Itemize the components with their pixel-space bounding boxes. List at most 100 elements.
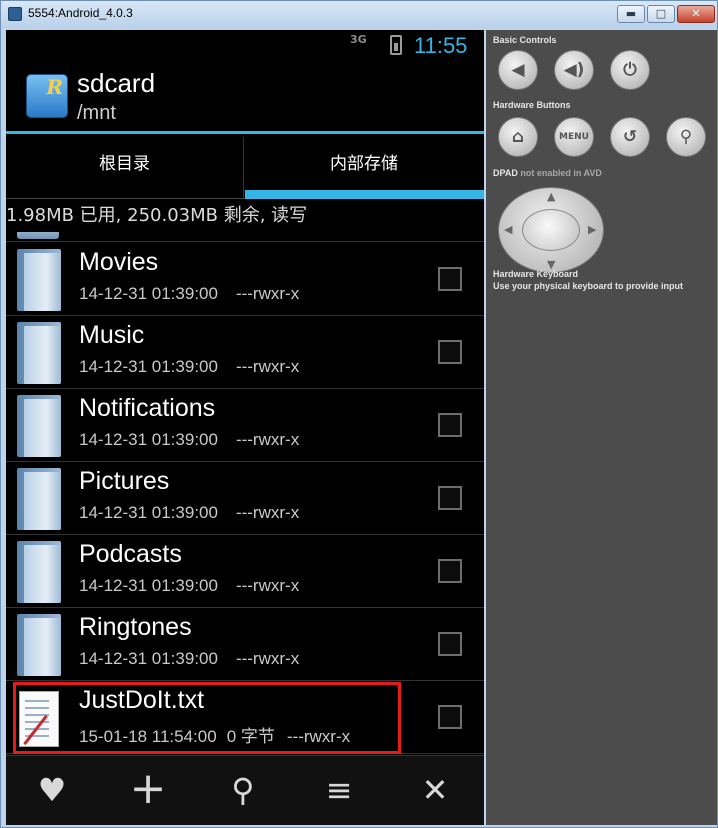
file-name: Movies xyxy=(79,248,159,276)
file-permissions: ---rwxr-x xyxy=(235,576,300,595)
file-date: 14-12-31 01:39:00 xyxy=(79,649,218,668)
folder-icon xyxy=(17,395,61,457)
window-title: 5554:Android_4.0.3 xyxy=(28,6,133,20)
file-name: Podcasts xyxy=(79,540,182,568)
dpad-up-arrow-icon[interactable]: ▲ xyxy=(547,190,555,203)
file-permissions: ---rwxr-x xyxy=(235,284,300,303)
basic-controls-label: Basic Controls xyxy=(493,35,557,45)
file-date: 14-12-31 01:39:00 xyxy=(79,284,218,303)
list-item-notifications[interactable]: Notifications 14-12-31 01:39:00 ---rwxr-x xyxy=(6,389,484,462)
battery-charging-icon xyxy=(390,35,402,55)
file-meta: 14-12-31 01:39:00 ---rwxr-x xyxy=(79,503,317,523)
home-icon[interactable]: ⌂ xyxy=(498,117,538,157)
dpad-right-arrow-icon[interactable]: ▶ xyxy=(588,223,596,236)
emulator-app-icon xyxy=(8,7,22,21)
select-checkbox[interactable] xyxy=(438,559,462,583)
folder-icon xyxy=(17,249,61,311)
action-bar-subtitle-path: /mnt xyxy=(77,102,116,124)
search-icon[interactable]: ⚲ xyxy=(666,117,706,157)
file-name: Ringtones xyxy=(79,613,192,641)
maximize-button[interactable]: □ xyxy=(647,5,675,23)
hardware-keyboard-label: Hardware Keyboard xyxy=(493,269,579,279)
file-name: JustDoIt.txt xyxy=(79,686,205,714)
file-meta: 14-12-31 01:39:00 ---rwxr-x xyxy=(79,576,317,596)
status-clock: 11:55 xyxy=(414,33,468,58)
text-file-icon xyxy=(19,691,59,747)
dpad-title: DPAD xyxy=(493,168,518,178)
android-screen: 3G 11:55 R sdcard /mnt 根目录 内部存储 1.98MB 已… xyxy=(6,30,484,825)
search-icon[interactable]: ⚲ xyxy=(218,767,268,815)
action-bar: R sdcard /mnt xyxy=(6,62,484,134)
select-checkbox[interactable] xyxy=(438,413,462,437)
favorite-heart-icon[interactable]: ♥ xyxy=(27,767,77,815)
partial-folder-row xyxy=(6,232,484,242)
list-item-pictures[interactable]: Pictures 14-12-31 01:39:00 ---rwxr-x xyxy=(6,462,484,535)
sort-icon[interactable]: ≡ xyxy=(314,767,364,815)
file-date: 14-12-31 01:39:00 xyxy=(79,503,218,522)
menu-button[interactable]: MENU xyxy=(554,117,594,157)
emulator-window: 5554:Android_4.0.3 ▬ □ ✕ 3G 11:55 R sdca… xyxy=(0,0,718,828)
hardware-keyboard-note: Use your physical keyboard to provide in… xyxy=(493,281,684,291)
file-list[interactable]: Movies 14-12-31 01:39:00 ---rwxr-x Music … xyxy=(6,232,484,754)
dpad-label: DPAD not enabled in AVD xyxy=(493,168,602,178)
tab-internal-storage[interactable]: 内部存储 xyxy=(245,137,484,199)
add-plus-icon[interactable]: + xyxy=(123,767,173,815)
folder-icon xyxy=(17,322,61,384)
select-checkbox[interactable] xyxy=(438,632,462,656)
volume-down-icon[interactable]: ◀ xyxy=(498,50,538,90)
logo-letter: R xyxy=(46,75,63,99)
dpad-control[interactable]: ▲ ▼ ◀ ▶ xyxy=(498,187,604,273)
file-name: Notifications xyxy=(79,394,216,422)
file-date: 14-12-31 01:39:00 xyxy=(79,576,218,595)
file-date: 14-12-31 01:39:00 xyxy=(79,430,218,449)
file-meta: 14-12-31 01:39:00 ---rwxr-x xyxy=(79,357,317,377)
file-name: Pictures xyxy=(79,467,170,495)
power-icon[interactable]: ⏻ xyxy=(610,50,650,90)
list-item-ringtones[interactable]: Ringtones 14-12-31 01:39:00 ---rwxr-x xyxy=(6,608,484,681)
dpad-center-button[interactable] xyxy=(522,209,580,251)
file-date: 14-12-31 01:39:00 xyxy=(79,357,218,376)
folder-icon xyxy=(17,541,61,603)
bottom-toolbar: ♥ + ⚲ ≡ ✕ xyxy=(6,755,484,825)
list-item-music[interactable]: Music 14-12-31 01:39:00 ---rwxr-x xyxy=(6,316,484,389)
list-item-justdoit-txt[interactable]: JustDoIt.txt 15-01-18 11:54:00 0 字节 ---rwx… xyxy=(6,681,484,754)
file-meta: 15-01-18 11:54:00 0 字节 ---rwxr-x xyxy=(79,722,368,747)
tab-bar: 根目录 内部存储 xyxy=(6,137,484,199)
action-bar-title: sdcard xyxy=(77,68,156,98)
dpad-left-arrow-icon[interactable]: ◀ xyxy=(504,223,512,236)
file-permissions: ---rwxr-x xyxy=(235,503,300,522)
file-permissions: ---rwxr-x xyxy=(235,357,300,376)
select-checkbox[interactable] xyxy=(438,267,462,291)
folder-icon xyxy=(17,614,61,676)
status-bar: 3G 11:55 xyxy=(6,30,484,60)
file-permissions: ---rwxr-x xyxy=(235,649,300,668)
file-meta: 14-12-31 01:39:00 ---rwxr-x xyxy=(79,430,317,450)
folder-icon xyxy=(17,232,59,239)
tab-root-directory[interactable]: 根目录 xyxy=(6,137,244,199)
file-meta: 14-12-31 01:39:00 ---rwxr-x xyxy=(79,284,317,304)
back-icon[interactable]: ↺ xyxy=(610,117,650,157)
root-explorer-logo-icon[interactable]: R xyxy=(26,74,68,118)
list-item-podcasts[interactable]: Podcasts 14-12-31 01:39:00 ---rwxr-x xyxy=(6,535,484,608)
select-checkbox[interactable] xyxy=(438,340,462,364)
close-icon[interactable]: ✕ xyxy=(410,767,460,815)
storage-info-text: 1.98MB 已用, 250.03MB 剩余, 读写 xyxy=(6,205,308,226)
select-checkbox[interactable] xyxy=(438,705,462,729)
minimize-button[interactable]: ▬ xyxy=(617,5,645,23)
select-checkbox[interactable] xyxy=(438,486,462,510)
file-name: Music xyxy=(79,321,145,349)
folder-icon xyxy=(17,468,61,530)
volume-up-icon[interactable]: ◀) xyxy=(554,50,594,90)
title-bar: 5554:Android_4.0.3 ▬ □ ✕ xyxy=(1,1,717,28)
file-size: 0 字节 xyxy=(226,727,275,746)
file-permissions: ---rwxr-x xyxy=(235,430,300,449)
hardware-buttons-label: Hardware Buttons xyxy=(493,100,571,110)
network-3g-icon: 3G xyxy=(350,33,367,46)
list-item-movies[interactable]: Movies 14-12-31 01:39:00 ---rwxr-x xyxy=(6,243,484,316)
file-date: 15-01-18 11:54:00 xyxy=(79,727,217,746)
file-permissions: ---rwxr-x xyxy=(286,727,351,746)
file-meta: 14-12-31 01:39:00 ---rwxr-x xyxy=(79,649,317,669)
emulator-control-panel: Basic Controls ◀ ◀) ⏻ Hardware Buttons ⌂… xyxy=(486,30,717,825)
dpad-note: not enabled in AVD xyxy=(520,168,602,178)
close-window-button[interactable]: ✕ xyxy=(677,5,715,23)
